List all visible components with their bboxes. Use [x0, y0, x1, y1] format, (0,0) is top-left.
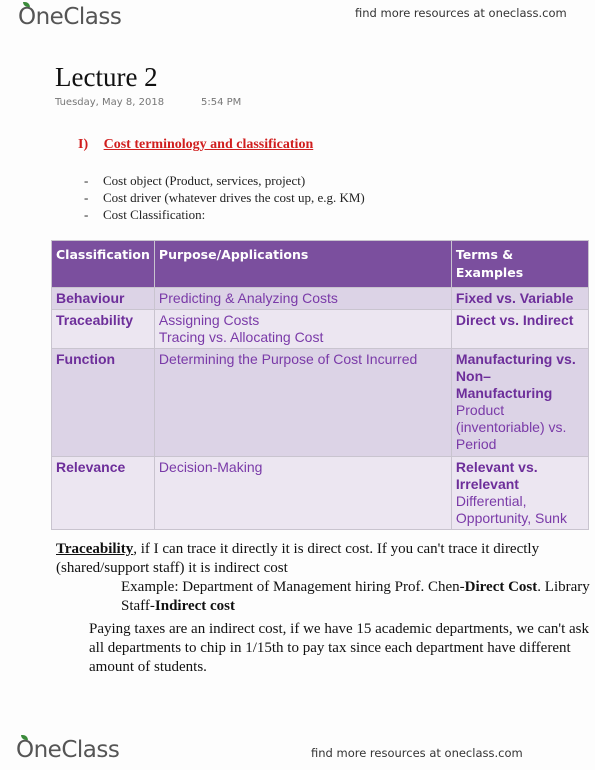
table-header-row: Classification Purpose/Applications Term…: [51, 240, 590, 288]
logo-text: OneClass: [16, 737, 120, 763]
resources-link[interactable]: find more resources at oneclass.com: [355, 6, 567, 20]
cell-classification: Relevance: [51, 456, 155, 530]
cell-terms: Relevant vs. Irrelevant Differential, Op…: [450, 456, 590, 530]
cell-classification: Function: [51, 348, 155, 457]
terms-bold: Manufacturing vs. Non– Manufacturing: [455, 351, 576, 401]
bullet-dash: -: [84, 173, 89, 188]
example-paragraph: Example: Department of Management hiring…: [121, 578, 593, 616]
cell-terms: Manufacturing vs. Non– Manufacturing Pro…: [450, 348, 590, 457]
indirect-cost-label: Indirect cost: [154, 598, 236, 614]
cell-terms: Direct vs. Indirect: [450, 309, 590, 349]
cell-classification: Behaviour: [51, 287, 155, 310]
bullet-text: Cost object (Product, services, project): [103, 173, 306, 188]
bullet-dash: -: [84, 207, 89, 222]
oneclass-logo[interactable]: OneClass: [18, 2, 122, 30]
terms-bold: Relevant vs. Irrelevant: [455, 459, 538, 492]
traceability-paragraph: Traceability, if I can trace it directly…: [56, 540, 591, 578]
bullet-list: - Cost object (Product, services, project…: [84, 172, 365, 223]
table-row: Function Determining the Purpose of Cost…: [51, 348, 590, 457]
bullet-dash: -: [84, 190, 89, 205]
header-terms: Terms & Examples: [450, 240, 590, 288]
traceability-keyword: Traceability: [56, 541, 134, 557]
header-classification: Classification: [51, 240, 155, 288]
terms-normal: Differential, Opportunity, Sunk: [455, 493, 567, 526]
terms-normal: Product (inventoriable) vs. Period: [455, 402, 567, 452]
section-number: I): [78, 137, 89, 152]
section-title: Cost terminology and classification: [103, 137, 314, 152]
table-row: Behaviour Predicting & Analyzing Costs F…: [51, 287, 590, 310]
note-time: 5:54 PM: [201, 97, 242, 108]
purpose-line: Predicting & Analyzing Costs: [158, 290, 338, 306]
table-row: Relevance Decision-Making Relevant vs. I…: [51, 456, 590, 530]
resources-link-footer[interactable]: find more resources at oneclass.com: [311, 746, 523, 760]
cell-purpose: Determining the Purpose of Cost Incurred: [153, 348, 452, 457]
oneclass-logo-footer[interactable]: OneClass: [16, 735, 120, 763]
table-row: Traceability Assigning Costs Tracing vs.…: [51, 309, 590, 349]
taxes-paragraph: Paying taxes are an indirect cost, if we…: [89, 621, 590, 675]
example-text: Example: Department of Management hiring…: [121, 579, 465, 595]
note-date: Tuesday, May 8, 2018: [55, 97, 165, 108]
header-purpose: Purpose/Applications: [153, 240, 452, 288]
bullet-text: Cost Classification:: [103, 207, 206, 222]
purpose-line: Determining the Purpose of Cost Incurred: [158, 351, 418, 367]
section-heading: I) Cost terminology and classification: [78, 137, 313, 153]
direct-cost-label: Direct Cost: [464, 579, 538, 595]
cell-terms: Fixed vs. Variable: [450, 287, 590, 310]
list-item: - Cost object (Product, services, project…: [84, 172, 365, 189]
cost-classification-table: Classification Purpose/Applications Term…: [51, 240, 590, 530]
purpose-line: Tracing vs. Allocating Cost: [158, 329, 324, 345]
purpose-line: Decision-Making: [158, 459, 263, 475]
cell-purpose: Decision-Making: [153, 456, 452, 530]
cell-classification: Traceability: [51, 309, 155, 349]
terms-bold: Direct vs. Indirect: [455, 312, 574, 328]
list-item: - Cost Classification:: [84, 206, 365, 223]
purpose-line: Assigning Costs: [158, 312, 260, 328]
terms-bold: Fixed vs. Variable: [455, 290, 574, 306]
logo-text: OneClass: [18, 4, 122, 30]
cell-purpose: Predicting & Analyzing Costs: [153, 287, 452, 310]
bullet-text: Cost driver (whatever drives the cost up…: [103, 190, 365, 205]
cell-purpose: Assigning Costs Tracing vs. Allocating C…: [153, 309, 452, 349]
page-title: Lecture 2: [55, 62, 158, 92]
list-item: - Cost driver (whatever drives the cost u…: [84, 189, 365, 206]
